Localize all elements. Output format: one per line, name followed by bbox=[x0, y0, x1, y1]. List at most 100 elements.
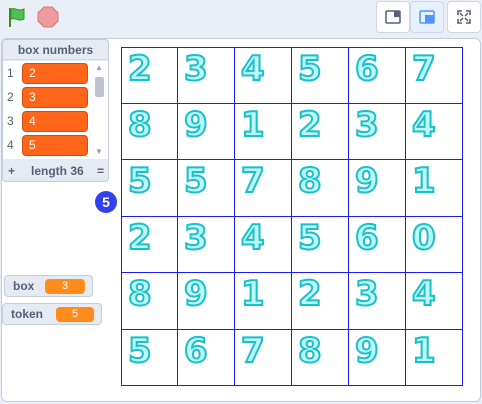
list-item-index: 3 bbox=[7, 114, 14, 128]
small-stage-icon bbox=[385, 10, 401, 24]
grid-cell: 2 bbox=[292, 273, 349, 330]
grid-digit: 2 bbox=[127, 217, 153, 259]
grid-cell: 8 bbox=[121, 103, 178, 160]
fullscreen-icon bbox=[457, 10, 471, 24]
list-item-index: 4 bbox=[7, 138, 14, 152]
grid-cell: 7 bbox=[406, 47, 463, 104]
grid-cell: 9 bbox=[349, 329, 406, 386]
grid-digit: 2 bbox=[127, 48, 153, 90]
list-item-value[interactable]: 4 bbox=[22, 111, 88, 132]
normal-stage-icon bbox=[419, 10, 435, 24]
grid-digit: 9 bbox=[354, 160, 380, 202]
grid-digit: 9 bbox=[354, 330, 380, 372]
green-flag-icon[interactable] bbox=[6, 6, 28, 28]
grid-digit: 8 bbox=[127, 273, 153, 315]
grid-digit: 7 bbox=[240, 160, 266, 202]
normal-stage-button[interactable] bbox=[410, 1, 444, 33]
grid-digit: 3 bbox=[354, 104, 380, 146]
grid-digit: 2 bbox=[297, 104, 323, 146]
fullscreen-button[interactable] bbox=[447, 1, 481, 33]
grid-digit: 1 bbox=[411, 160, 437, 202]
grid-digit: 5 bbox=[297, 217, 323, 259]
grid-cell: 4 bbox=[235, 216, 292, 273]
grid-cell: 3 bbox=[178, 216, 235, 273]
list-footer: + length 36 = bbox=[3, 161, 108, 181]
grid-digit: 1 bbox=[411, 330, 437, 372]
variable-value: 3 bbox=[45, 279, 85, 294]
grid-cell: 4 bbox=[406, 273, 463, 330]
grid-cell: 1 bbox=[235, 103, 292, 160]
list-item-value[interactable]: 2 bbox=[22, 63, 88, 84]
variable-label: box bbox=[13, 279, 35, 293]
grid-digit: 6 bbox=[183, 330, 209, 372]
variable-value: 5 bbox=[56, 307, 94, 322]
grid-digit: 9 bbox=[183, 273, 209, 315]
grid-cell: 6 bbox=[349, 216, 406, 273]
grid-digit: 6 bbox=[354, 217, 380, 259]
list-item[interactable]: 1 2 bbox=[3, 62, 93, 86]
grid-cell: 9 bbox=[349, 160, 406, 217]
grid-cell: 9 bbox=[178, 273, 235, 330]
grid-cell: 2 bbox=[121, 47, 178, 104]
grid-cell: 6 bbox=[349, 47, 406, 104]
grid-digit: 3 bbox=[183, 217, 209, 259]
grid-digit: 0 bbox=[411, 217, 437, 259]
grid-digit: 5 bbox=[183, 160, 209, 202]
grid-digit: 7 bbox=[240, 330, 266, 372]
list-length: length 36 bbox=[31, 164, 84, 178]
grid-cell: 0 bbox=[406, 216, 463, 273]
scroll-thumb[interactable] bbox=[95, 77, 104, 97]
grid-cell: 5 bbox=[121, 329, 178, 386]
grid-cell: 8 bbox=[292, 160, 349, 217]
grid-digit: 1 bbox=[240, 104, 266, 146]
scroll-up-icon[interactable]: ▲ bbox=[95, 63, 103, 72]
list-item-index: 2 bbox=[7, 90, 14, 104]
grid-digit: 8 bbox=[127, 104, 153, 146]
grid-digit: 6 bbox=[354, 48, 380, 90]
grid-cell: 1 bbox=[235, 273, 292, 330]
grid-cell: 3 bbox=[178, 47, 235, 104]
sprite-bubble[interactable]: 5 bbox=[95, 191, 117, 213]
grid-cell: 3 bbox=[349, 273, 406, 330]
grid-digit: 1 bbox=[240, 273, 266, 315]
list-item[interactable]: 3 4 bbox=[3, 110, 93, 134]
list-title: box numbers bbox=[3, 40, 108, 60]
list-item[interactable]: 2 3 bbox=[3, 86, 93, 110]
stage-toolbar bbox=[0, 0, 482, 36]
grid-digit: 4 bbox=[240, 217, 266, 259]
number-grid: 234567891234557891234560891234567891 bbox=[121, 47, 463, 386]
grid-cell: 5 bbox=[121, 160, 178, 217]
grid-digit: 3 bbox=[354, 273, 380, 315]
grid-cell: 7 bbox=[235, 160, 292, 217]
grid-cell: 2 bbox=[292, 103, 349, 160]
grid-digit: 4 bbox=[411, 273, 437, 315]
grid-cell: 1 bbox=[406, 160, 463, 217]
grid-cell: 4 bbox=[406, 103, 463, 160]
grid-cell: 9 bbox=[178, 103, 235, 160]
list-scrollbar[interactable]: ▲ ▼ bbox=[92, 61, 106, 159]
list-item-value[interactable]: 5 bbox=[22, 135, 88, 156]
list-item[interactable]: 4 5 bbox=[3, 134, 93, 158]
grid-digit: 5 bbox=[297, 48, 323, 90]
list-item-index: 1 bbox=[7, 66, 14, 80]
grid-cell: 8 bbox=[292, 329, 349, 386]
resize-handle[interactable]: = bbox=[97, 161, 104, 181]
grid-digit: 7 bbox=[411, 48, 437, 90]
grid-cell: 5 bbox=[292, 216, 349, 273]
grid-cell: 2 bbox=[121, 216, 178, 273]
variable-monitor-box[interactable]: box 3 bbox=[4, 275, 93, 297]
list-monitor-box-numbers[interactable]: box numbers 1 2 2 3 3 4 4 5 ▲ ▼ + length… bbox=[2, 39, 109, 182]
grid-digit: 4 bbox=[240, 48, 266, 90]
grid-cell: 5 bbox=[178, 160, 235, 217]
grid-digit: 4 bbox=[411, 104, 437, 146]
add-item-button[interactable]: + bbox=[8, 161, 15, 181]
stop-icon[interactable] bbox=[37, 6, 59, 28]
grid-digit: 5 bbox=[127, 330, 153, 372]
scroll-down-icon[interactable]: ▼ bbox=[95, 147, 103, 156]
list-item-value[interactable]: 3 bbox=[22, 87, 88, 108]
grid-cell: 7 bbox=[235, 329, 292, 386]
small-stage-button[interactable] bbox=[376, 1, 410, 33]
grid-cell: 5 bbox=[292, 47, 349, 104]
grid-cell: 6 bbox=[178, 329, 235, 386]
variable-monitor-token[interactable]: token 5 bbox=[2, 303, 102, 325]
